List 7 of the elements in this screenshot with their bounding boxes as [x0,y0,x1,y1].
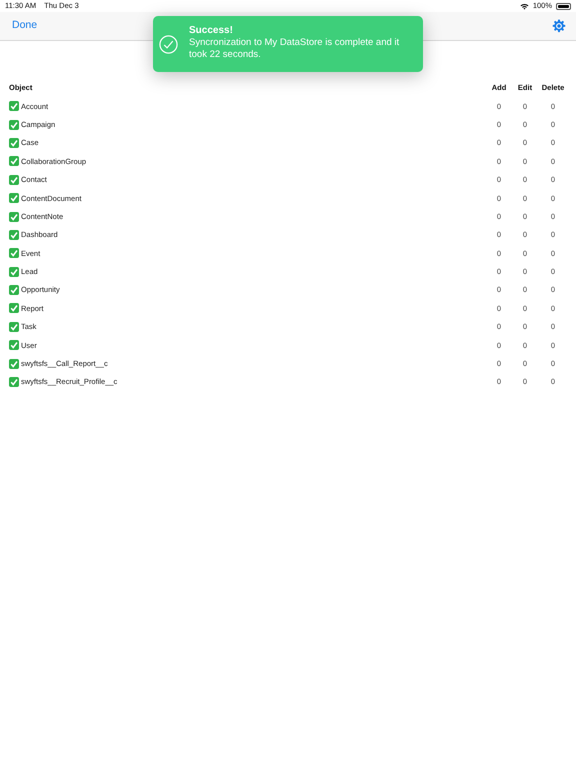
battery-icon [556,2,571,10]
done-button[interactable]: Done [12,18,38,34]
toast-title: Success! [189,25,234,37]
settings-icon[interactable] [552,19,566,33]
check-circle-icon [159,35,178,54]
toast-message: Syncronization to My DataStore is complete and it took 22 seconds. [189,37,400,61]
wifi-icon [520,2,529,10]
